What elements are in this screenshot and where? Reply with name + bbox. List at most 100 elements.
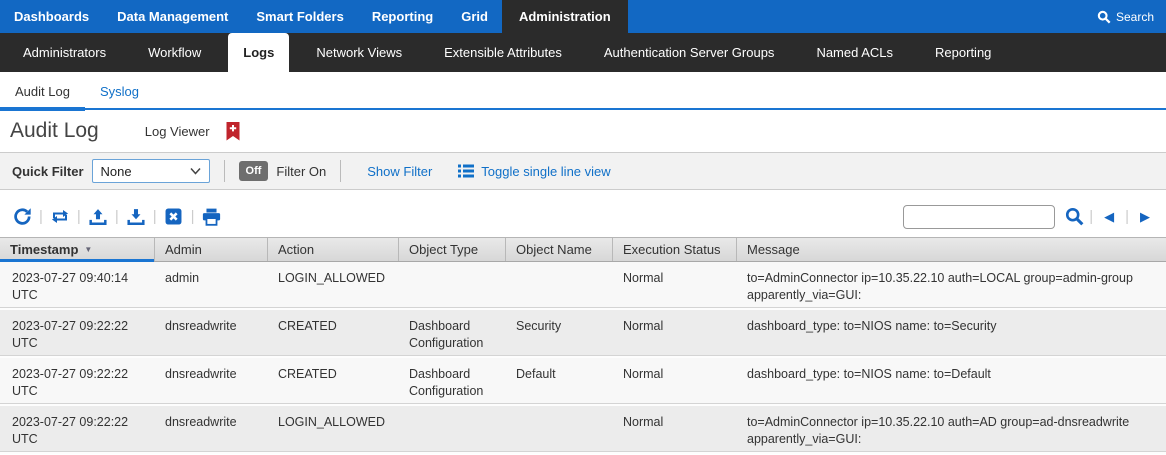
cell-message: to=AdminConnector ip=10.35.22.10 auth=LO… (737, 262, 1166, 308)
column-header-object-name[interactable]: Object Name (506, 238, 613, 261)
table-row[interactable]: 2023-07-27 09:40:14 UTC admin LOGIN_ALLO… (0, 262, 1166, 310)
cell-timestamp: 2023-07-27 09:40:14 UTC (0, 262, 155, 308)
subnav-authentication-server-groups[interactable]: Authentication Server Groups (589, 33, 790, 72)
log-search-button[interactable] (1065, 207, 1084, 226)
print-button[interactable] (200, 205, 224, 229)
divider: | (77, 208, 81, 225)
subnav-logs[interactable]: Logs (228, 33, 289, 72)
tab-audit-log[interactable]: Audit Log (0, 76, 85, 111)
column-header-execution-status[interactable]: Execution Status (613, 238, 737, 261)
next-page-icon[interactable]: ▶ (1134, 209, 1156, 225)
column-header-admin[interactable]: Admin (155, 238, 268, 261)
cell-admin: admin (155, 262, 268, 308)
cell-admin: dnsreadwrite (155, 358, 268, 404)
toggle-single-line-view-label: Toggle single line view (481, 164, 610, 179)
cell-object-name (506, 406, 613, 452)
cell-object-name (506, 262, 613, 308)
list-view-icon (458, 164, 474, 178)
previous-page-icon[interactable]: ◀ (1098, 209, 1120, 225)
topnav-spacer (628, 0, 1085, 33)
divider: | (115, 208, 119, 225)
column-header-timestamp[interactable]: Timestamp ▼ (0, 238, 155, 261)
cell-action: LOGIN_ALLOWED (268, 406, 399, 452)
bookmark-add-button[interactable] (226, 122, 240, 141)
cell-execution-status: Normal (613, 310, 737, 356)
subnav-named-acls[interactable]: Named ACLs (801, 33, 908, 72)
cell-timestamp: 2023-07-27 09:22:22 UTC (0, 310, 155, 356)
cell-message: dashboard_type: to=NIOS name: to=Securit… (737, 310, 1166, 356)
nav-dashboards[interactable]: Dashboards (0, 0, 103, 33)
nav-grid[interactable]: Grid (447, 0, 502, 33)
divider: | (191, 208, 195, 225)
export-csv-button[interactable] (162, 205, 186, 229)
cell-message: to=AdminConnector ip=10.35.22.10 auth=AD… (737, 406, 1166, 452)
divider: | (1125, 208, 1129, 225)
cell-object-type: Dashboard Configuration (399, 358, 506, 404)
page-header: Audit Log Log Viewer (0, 110, 1166, 152)
subnav-administrators[interactable]: Administrators (8, 33, 121, 72)
tab-syslog[interactable]: Syslog (85, 76, 154, 108)
download-icon (127, 208, 145, 226)
table-row[interactable]: 2023-07-27 09:22:22 UTC dnsreadwrite LOG… (0, 406, 1166, 454)
cell-timestamp: 2023-07-27 09:22:22 UTC (0, 358, 155, 404)
divider: | (39, 208, 43, 225)
cell-object-type: Dashboard Configuration (399, 310, 506, 356)
subnav-extensible-attributes[interactable]: Extensible Attributes (429, 33, 577, 72)
cell-object-name: Security (506, 310, 613, 356)
divider (224, 160, 225, 182)
column-label: Timestamp (10, 242, 78, 257)
loop-button[interactable] (48, 205, 72, 229)
search-icon (1097, 10, 1111, 24)
cell-execution-status: Normal (613, 358, 737, 404)
nav-reporting[interactable]: Reporting (358, 0, 447, 33)
quick-filter-select[interactable]: None (92, 159, 210, 183)
upload-button[interactable] (86, 205, 110, 229)
download-button[interactable] (124, 205, 148, 229)
filter-on-label: Filter On (276, 164, 326, 179)
subnav-network-views[interactable]: Network Views (301, 33, 417, 72)
subnav-reporting[interactable]: Reporting (920, 33, 1006, 72)
log-toolbar: | | | | | (0, 190, 1166, 237)
cell-message: dashboard_type: to=NIOS name: to=Default (737, 358, 1166, 404)
cell-execution-status: Normal (613, 262, 737, 308)
cell-admin: dnsreadwrite (155, 406, 268, 452)
divider: | (1089, 208, 1093, 225)
nav-smart-folders[interactable]: Smart Folders (242, 0, 357, 33)
divider (340, 160, 341, 182)
nav-data-management[interactable]: Data Management (103, 0, 242, 33)
chevron-down-icon (190, 167, 201, 175)
search-label: Search (1116, 10, 1154, 24)
log-search-input[interactable] (903, 205, 1055, 229)
cell-action: LOGIN_ALLOWED (268, 262, 399, 308)
red-bookmark-add-icon (226, 122, 240, 141)
column-header-object-type[interactable]: Object Type (399, 238, 506, 261)
toggle-single-line-view-button[interactable]: Toggle single line view (458, 164, 610, 179)
divider: | (153, 208, 157, 225)
cell-admin: dnsreadwrite (155, 310, 268, 356)
search-icon (1065, 207, 1084, 226)
log-view-tabs: Audit Log Syslog (0, 72, 1166, 110)
quick-filter-bar: Quick Filter None Off Filter On Show Fil… (0, 152, 1166, 190)
column-header-message[interactable]: Message (737, 238, 1166, 261)
print-icon (202, 208, 221, 226)
cell-timestamp: 2023-07-27 09:22:22 UTC (0, 406, 155, 452)
cell-object-type (399, 262, 506, 308)
table-header: Timestamp ▼ Admin Action Object Type Obj… (0, 237, 1166, 262)
subnav-workflow[interactable]: Workflow (133, 33, 216, 72)
table-row[interactable]: 2023-07-27 09:22:22 UTC dnsreadwrite CRE… (0, 310, 1166, 358)
table-row[interactable]: 2023-07-27 09:22:22 UTC dnsreadwrite CRE… (0, 358, 1166, 406)
export-csv-icon (165, 208, 182, 225)
global-search-button[interactable]: Search (1085, 0, 1166, 33)
administration-sub-navigation: Administrators Workflow Logs Network Vie… (0, 33, 1166, 72)
cell-execution-status: Normal (613, 406, 737, 452)
refresh-button[interactable] (10, 205, 34, 229)
audit-log-table: Timestamp ▼ Admin Action Object Type Obj… (0, 237, 1166, 454)
cell-action: CREATED (268, 358, 399, 404)
filter-off-toggle[interactable]: Off (239, 161, 269, 181)
show-filter-link[interactable]: Show Filter (367, 164, 432, 179)
nav-administration[interactable]: Administration (502, 0, 628, 33)
top-navigation: Dashboards Data Management Smart Folders… (0, 0, 1166, 33)
column-header-action[interactable]: Action (268, 238, 399, 261)
loop-icon (51, 209, 69, 224)
log-viewer-label: Log Viewer (145, 124, 210, 139)
